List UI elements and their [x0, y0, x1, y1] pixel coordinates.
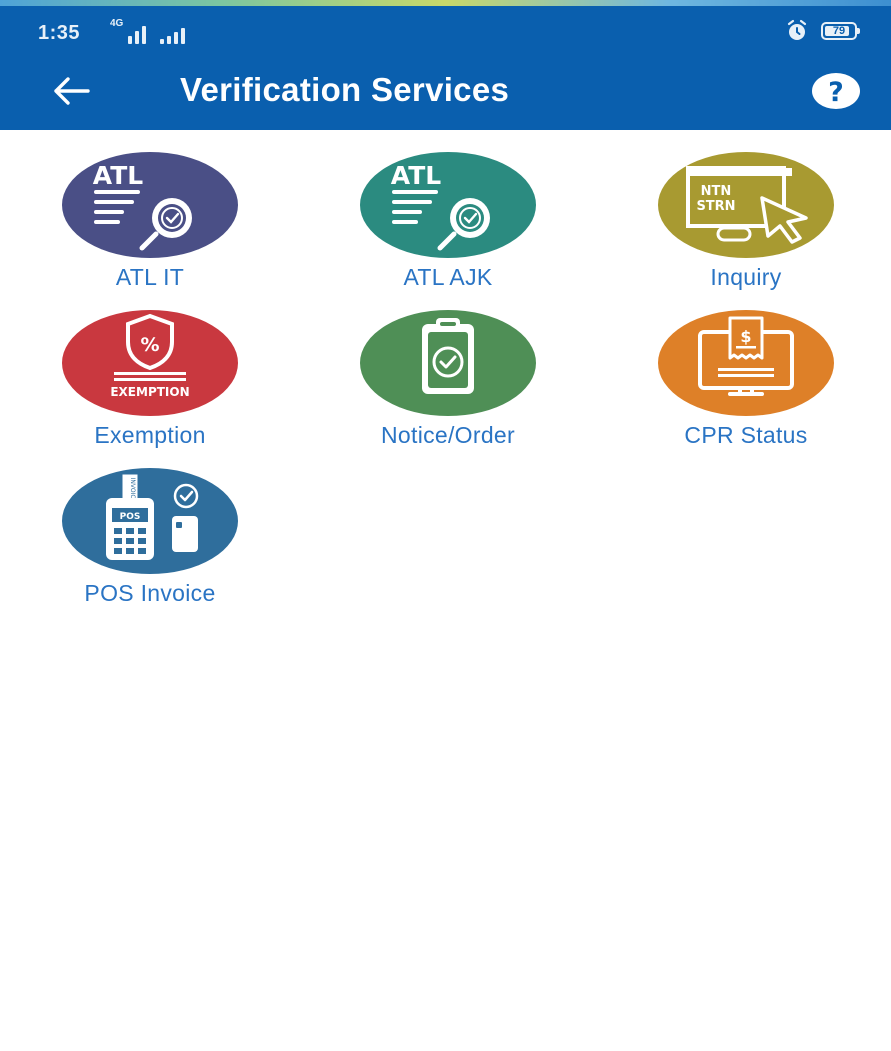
service-label: ATL IT — [115, 264, 185, 290]
service-label: Exemption — [94, 422, 206, 448]
battery-level: 79 — [832, 25, 846, 37]
monitor-receipt-icon: $ — [658, 310, 834, 416]
question-circle-icon[interactable]: ? — [811, 72, 861, 110]
service-label: Inquiry — [710, 264, 782, 290]
ntn-text: NTN — [701, 184, 732, 199]
battery-icon: 79 — [821, 22, 860, 40]
service-label: CPR Status — [684, 422, 808, 448]
atl-magnifier-icon: ATL — [360, 152, 536, 258]
service-exemption[interactable]: % EXEMPTION Exemption — [0, 310, 300, 449]
atl-badge: ATL — [93, 161, 143, 190]
exemption-badge: EXEMPTION — [110, 385, 189, 399]
service-label: POS Invoice — [84, 580, 216, 606]
percent-shield-icon: % EXEMPTION — [62, 310, 238, 416]
svg-text:%: % — [140, 334, 159, 356]
status-time: 1:35 — [38, 22, 81, 44]
service-inquiry[interactable]: NTN STRN Inquiry — [596, 152, 891, 291]
app-bar: Verification Services ? — [0, 54, 891, 130]
svg-text:$: $ — [740, 327, 751, 346]
clipboard-check-icon — [360, 310, 536, 416]
service-label: Notice/Order — [381, 422, 515, 448]
signal-icon: 4G — [110, 18, 186, 44]
strn-text: STRN — [696, 199, 735, 214]
atl-magnifier-icon: ATL — [62, 152, 238, 258]
alarm-icon — [787, 19, 807, 40]
network-type: 4G — [110, 18, 124, 29]
service-label: ATL AJK — [403, 264, 493, 290]
atl-badge: ATL — [391, 161, 441, 190]
page-title: Verification Services — [180, 71, 510, 108]
service-atl-it[interactable]: ATL ATL IT — [0, 152, 300, 291]
service-pos-invoice[interactable]: INVOICE POS POS Invoice — [0, 468, 300, 607]
pos-badge: POS — [120, 512, 141, 522]
service-atl-ajk[interactable]: ATL ATL AJK — [298, 152, 598, 291]
service-cpr-status[interactable]: $ CPR Status — [596, 310, 891, 449]
service-notice-order[interactable]: Notice/Order — [298, 310, 598, 449]
pos-terminal-icon: INVOICE POS — [62, 468, 238, 574]
svg-text:?: ? — [828, 77, 844, 108]
status-bar: 1:35 4G 79 — [0, 6, 891, 54]
ntn-strn-cursor-icon: NTN STRN — [658, 152, 834, 258]
arrow-left-icon[interactable] — [48, 70, 94, 112]
